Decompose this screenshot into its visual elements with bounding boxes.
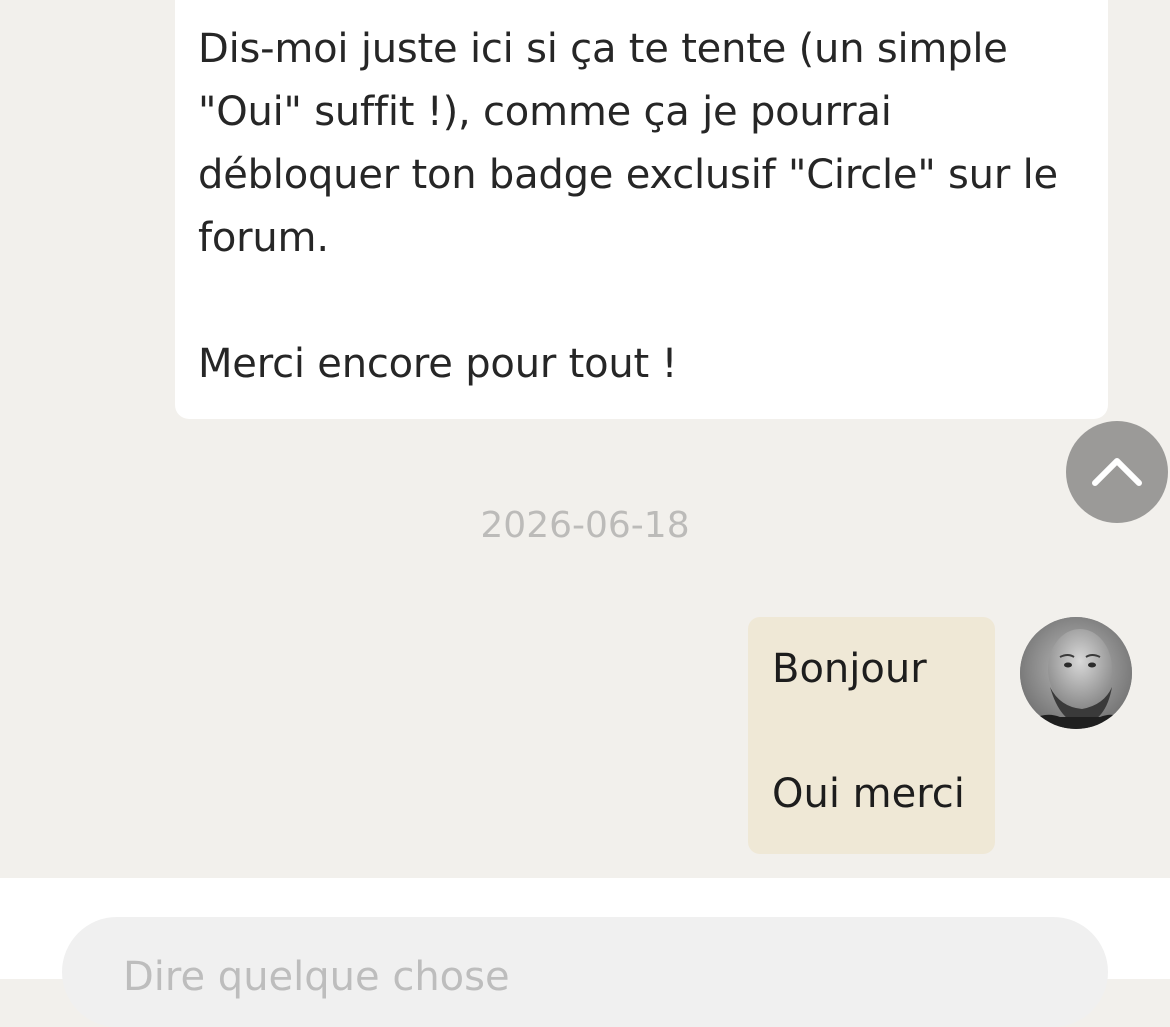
message-line: Oui merci	[772, 771, 965, 817]
date-separator: 2026-06-18	[480, 505, 690, 546]
message-line: "Oui" suffit !), comme ça je pourrai	[198, 89, 892, 135]
message-input-placeholder: Dire quelque chose	[123, 954, 510, 1000]
chevron-up-icon	[1092, 458, 1142, 486]
message-line: forum.	[198, 215, 329, 261]
outgoing-message-bubble: Bonjour Oui merci	[748, 617, 995, 854]
message-line: Bonjour	[772, 646, 927, 692]
composer-bar: Dire quelque chose	[0, 878, 1170, 1027]
incoming-message-bubble: Dis-moi juste ici si ça te tente (un sim…	[175, 0, 1108, 419]
user-avatar[interactable]	[1020, 617, 1132, 729]
message-line: Merci encore pour tout !	[198, 341, 678, 387]
message-line: débloquer ton badge exclusif "Circle" su…	[198, 152, 1058, 198]
chat-thread: Dis-moi juste ici si ça te tente (un sim…	[0, 0, 1170, 878]
message-line: Dis-moi juste ici si ça te tente (un sim…	[198, 26, 1008, 72]
avatar-photo	[1020, 617, 1132, 729]
